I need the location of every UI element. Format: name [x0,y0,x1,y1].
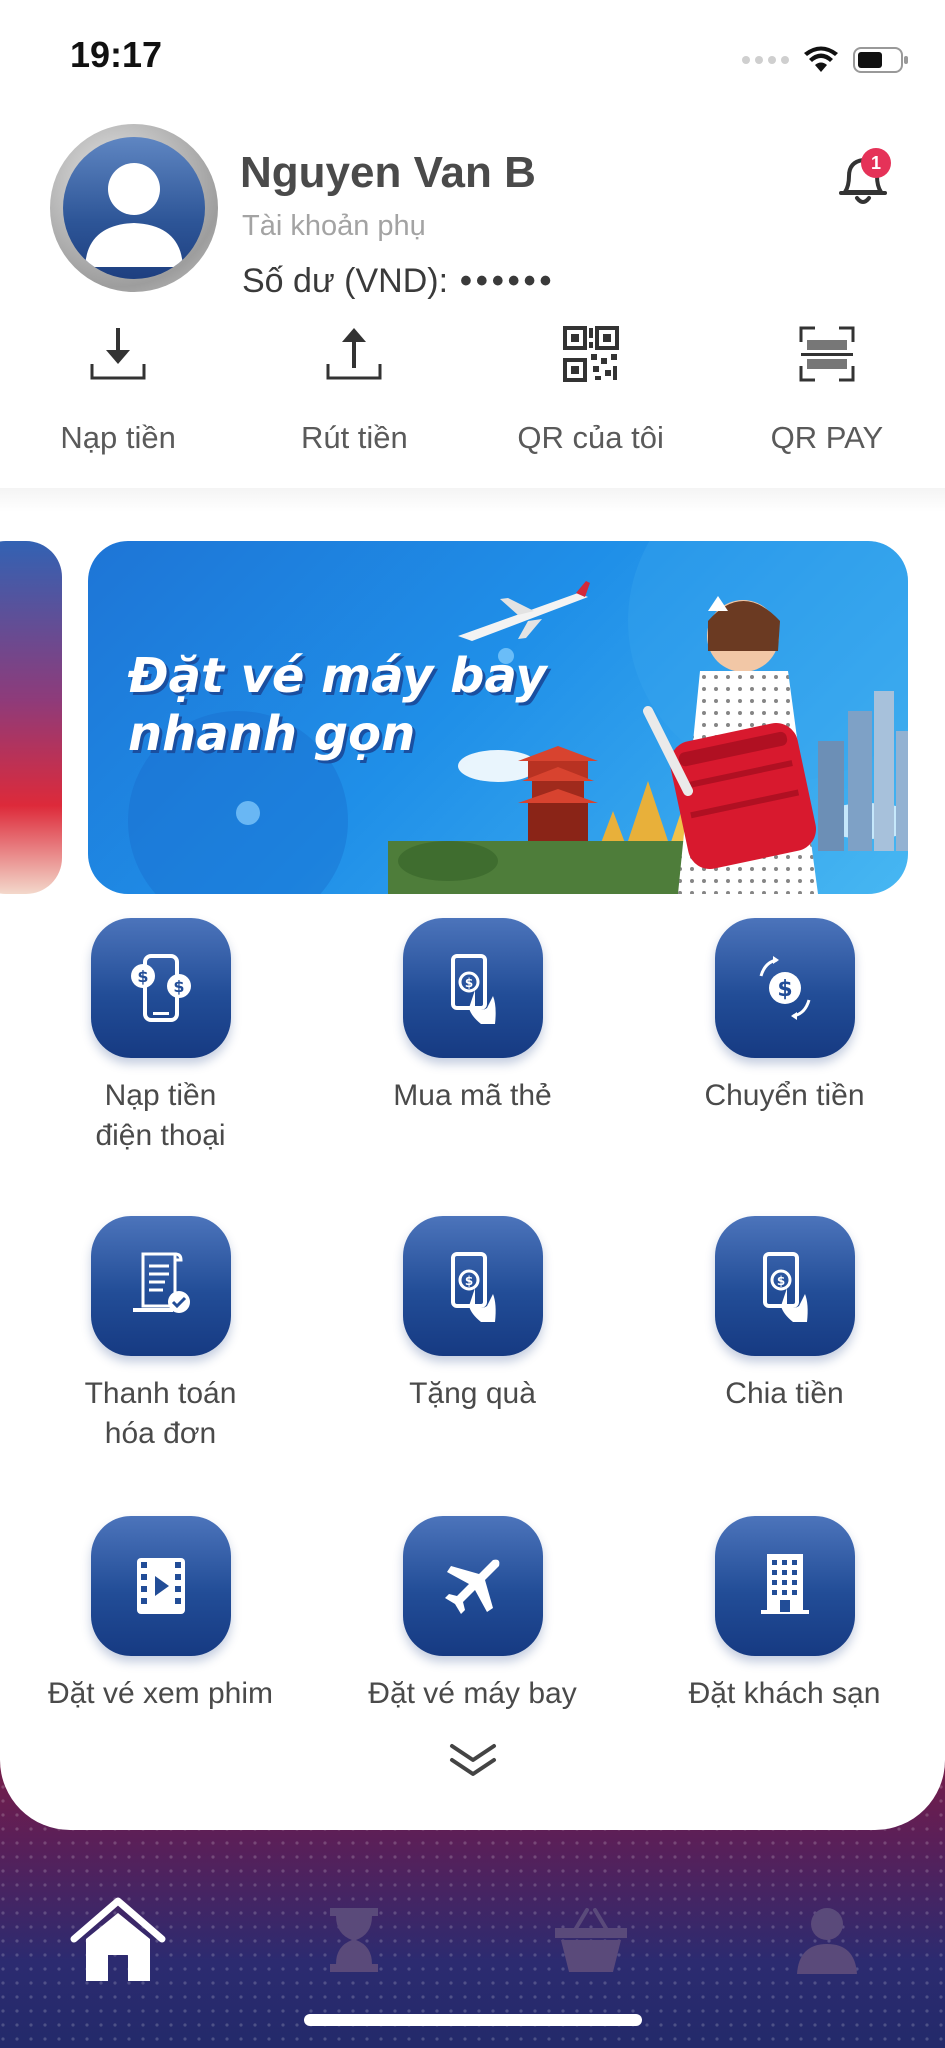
quick-action-label: Nạp tiền [60,420,176,455]
airplane-graphic [458,581,590,641]
gift-money-icon: $ [402,1216,543,1356]
status-time: 19:17 [70,34,163,75]
svg-text:$: $ [137,967,148,986]
download-icon [90,328,146,380]
wifi-icon [804,46,838,72]
service-label: Đặt vé xem phim [47,1677,274,1710]
tab-shop[interactable] [473,1880,709,2000]
expand-chevron-icon[interactable] [448,1740,498,1780]
service-phone-topup[interactable]: $ $ Nạp tiền điện thoại [3,918,318,1156]
service-bill-payment[interactable]: Thanh toán hóa đơn [3,1216,318,1454]
tab-bar [0,1880,945,2000]
svg-text:$: $ [464,1274,472,1288]
service-label: Thanh toán hóa đơn [84,1377,237,1450]
service-label: Tặng quà [409,1377,536,1410]
hourglass-icon [330,1908,379,1972]
account-type: Tài khoản phụ [242,210,426,242]
service-label: Mua mã thẻ [393,1079,552,1112]
service-hotel[interactable]: Đặt khách sạn [627,1516,942,1714]
user-name: Nguyen Van B [240,148,536,197]
balance-row[interactable]: Số dư (VND): •••••• [242,262,555,301]
status-bar: 19:17 [0,0,945,110]
service-transfer[interactable]: $ Chuyển tiền [627,918,942,1116]
quick-action-withdraw[interactable]: Rút tiền [236,318,472,468]
quick-action-label: QR PAY [770,420,884,455]
quick-action-label: QR của tôi [517,420,664,455]
service-label: Đặt khách sạn [688,1677,881,1710]
service-gift[interactable]: $ Tặng quà [315,1216,630,1414]
transfer-icon: $ [714,918,855,1058]
basket-icon [554,1908,627,1972]
service-movie-ticket[interactable]: Đặt vé xem phim [3,1516,318,1714]
service-label: Đặt vé máy bay [368,1677,577,1710]
tab-profile[interactable] [709,1880,945,2000]
service-label: Chia tiền [725,1377,844,1410]
status-icons [742,40,909,80]
card-code-icon: $ [402,918,543,1058]
film-icon [90,1516,231,1656]
avatar-person-icon [63,137,205,279]
svg-text:$: $ [173,977,184,996]
balance-mask: •••••• [460,262,556,300]
quick-actions: Nạp tiền Rút tiền QR của tôi QR PAY [0,318,945,468]
phone-topup-icon: $ $ [90,918,231,1058]
quick-action-deposit[interactable]: Nạp tiền [0,318,236,468]
hotel-icon [714,1516,855,1656]
avatar[interactable] [50,124,218,292]
bill-icon [90,1216,231,1356]
home-indicator [304,2014,642,2026]
promo-banner[interactable]: Đặt vé máy bay nhanh gọn [88,541,908,894]
service-label: Chuyển tiền [704,1079,865,1112]
split-money-icon: $ [714,1216,855,1356]
svg-text:$: $ [776,1274,784,1288]
person-icon [796,1908,857,1974]
home-icon [70,1897,166,1981]
balance-label: Số dư (VND): [242,262,449,300]
service-label: Nạp tiền điện thoại [95,1079,226,1152]
airplane-icon [402,1516,543,1656]
notification-badge: 1 [861,148,891,178]
banner-title-line: Đặt vé máy bay [128,648,547,704]
section-divider [0,488,945,512]
banner-title: Đặt vé máy bay nhanh gọn [128,647,547,763]
service-card-code[interactable]: $ Mua mã thẻ [315,918,630,1116]
tab-home[interactable] [0,1880,236,2000]
upload-icon [326,328,382,380]
tab-history[interactable] [236,1880,472,2000]
service-split-money[interactable]: $ Chia tiền [627,1216,942,1414]
banner-title-line: nhanh gọn [128,706,416,762]
banner-previous[interactable] [0,541,62,894]
quick-action-label: Rút tiền [300,420,408,455]
quick-action-my-qr[interactable]: QR của tôi [473,318,709,468]
qr-code-icon [562,326,619,382]
battery-icon [853,47,908,73]
svg-text:$: $ [777,977,792,1002]
qr-scan-icon [799,326,855,382]
signal-icon [742,56,789,64]
quick-action-qr-pay[interactable]: QR PAY [709,318,945,468]
service-flight-ticket[interactable]: Đặt vé máy bay [315,1516,630,1714]
svg-text:$: $ [464,976,472,990]
